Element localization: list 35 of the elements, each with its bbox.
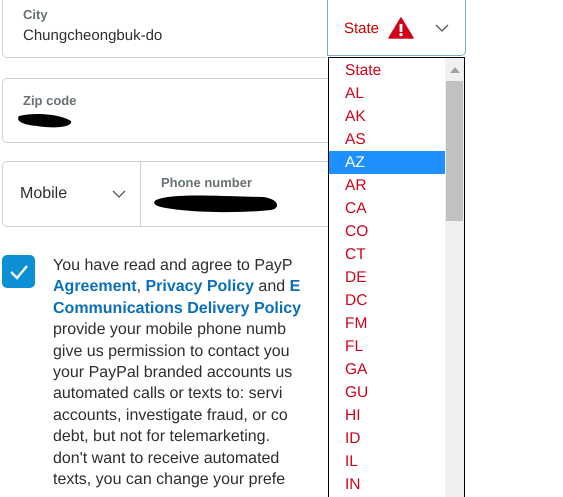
policy-link[interactable]: Agreement	[53, 278, 137, 296]
policy-link[interactable]: Communications Delivery Policy	[53, 300, 302, 317]
state-select[interactable]: State	[327, 0, 466, 56]
policy-link[interactable]: Privacy Policy	[145, 278, 254, 296]
field-value: Chungcheongbuk-do	[23, 27, 164, 44]
state-option[interactable]: GU	[329, 381, 445, 404]
state-option[interactable]: AR	[329, 174, 445, 197]
scroll-up-icon[interactable]	[450, 67, 460, 73]
field-label: City	[23, 7, 48, 22]
state-option[interactable]: AK	[329, 105, 445, 128]
field-label: Phone number	[161, 175, 252, 190]
state-option[interactable]: CA	[329, 197, 445, 220]
state-option[interactable]: AZ	[329, 151, 445, 174]
consent-text: You have read and agree to PayP Agreement, Privacy Policy and E Communications Delivery Policy provide your mobile phone numb give us permission to contact you your PayPal branded accounts us automated calls or texts to: servi accounts, investigate fraud, or co debt, but not for telemarketing. don't want to receive automated texts, you can change your prefe	[53, 256, 302, 490]
phone-type-select[interactable]: Mobile	[2, 161, 141, 227]
checkmark-icon	[8, 264, 28, 280]
policy-link[interactable]: E	[290, 278, 300, 296]
chevron-icon	[435, 24, 449, 32]
scrollbar[interactable]	[445, 58, 464, 497]
scroll-thumb[interactable]	[446, 81, 463, 221]
field-label: Zip code	[23, 93, 76, 108]
state-option[interactable]: IL	[329, 450, 445, 473]
state-option[interactable]: FM	[329, 312, 445, 335]
chevron-icon	[112, 190, 126, 198]
checkbox[interactable]	[2, 255, 35, 288]
state-option[interactable]: IN	[329, 473, 445, 496]
state-option[interactable]: ID	[329, 427, 445, 450]
state-option[interactable]: DC	[329, 289, 445, 312]
state-option[interactable]: HI	[329, 404, 445, 427]
state-option[interactable]: GA	[329, 358, 445, 381]
city-field[interactable]: City Chungcheongbuk-do	[2, 0, 327, 58]
state-option[interactable]: CT	[329, 243, 445, 266]
state-option[interactable]: FL	[329, 335, 445, 358]
state-option[interactable]: DE	[329, 266, 445, 289]
state-option[interactable]: AL	[329, 82, 445, 105]
